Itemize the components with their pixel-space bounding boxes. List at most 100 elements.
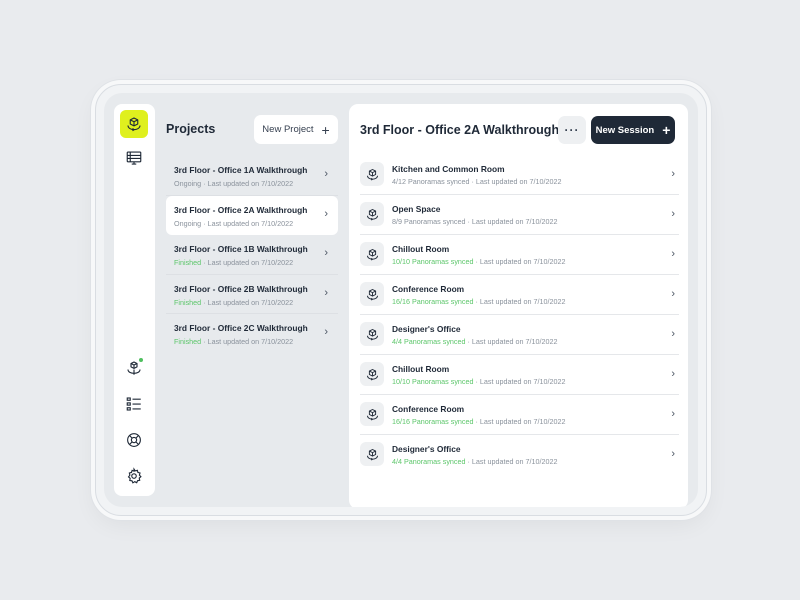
chevron-right-icon: ›: [671, 408, 675, 420]
panoramas-status: 16/16 Panoramas synced: [392, 297, 474, 306]
session-meta: 8/9 Panoramas synced · Last updated on 7…: [392, 217, 557, 226]
projects-title: Projects: [166, 122, 216, 136]
panoramas-status: 10/10 Panoramas synced: [392, 257, 474, 266]
chevron-right-icon: ›: [671, 368, 675, 380]
session-name: Open Space: [392, 204, 441, 214]
chevron-right-icon: ›: [671, 328, 675, 340]
session-meta: 16/16 Panoramas synced · Last updated on…: [392, 297, 565, 306]
session-item[interactable]: Chillout Room 10/10 Panoramas synced · La…: [360, 235, 679, 275]
chevron-right-icon: ›: [671, 208, 675, 220]
session-name: Chillout Room: [392, 364, 450, 374]
sidebar-item-tasks[interactable]: [120, 390, 148, 418]
session-updated: Last updated on 7/10/2022: [479, 297, 566, 306]
session-name: Designer's Office: [392, 444, 461, 454]
app-screen: Projects New Project + 3rd Floor - Offic…: [104, 93, 698, 507]
session-meta: 4/4 Panoramas synced · Last updated on 7…: [392, 337, 557, 346]
meta-separator: ·: [471, 177, 474, 186]
gear-icon: [127, 467, 142, 484]
sidebar-item-projects[interactable]: [120, 110, 148, 138]
monitor-list-icon: [126, 151, 142, 165]
session-item[interactable]: Conference Room 16/16 Panoramas synced · …: [360, 275, 679, 315]
meta-separator: ·: [467, 457, 470, 466]
sync-status-dot: [138, 357, 144, 363]
chevron-right-icon: ›: [324, 326, 328, 338]
sidebar: [114, 104, 155, 496]
project-name: 3rd Floor - Office 1B Walkthrough: [174, 244, 308, 254]
new-session-button[interactable]: New Session +: [591, 116, 675, 144]
project-item[interactable]: 3rd Floor - Office 1B Walkthrough Finish…: [166, 235, 338, 275]
new-session-label: New Session: [595, 124, 655, 136]
sidebar-item-settings[interactable]: [120, 462, 148, 490]
chevron-right-icon: ›: [671, 448, 675, 460]
project-updated: Last updated on 7/10/2022: [207, 258, 294, 267]
meta-separator: ·: [203, 297, 206, 307]
session-updated: Last updated on 7/10/2022: [479, 257, 566, 266]
cube-rotate-icon: [366, 368, 378, 380]
meta-separator: ·: [475, 377, 478, 386]
project-item[interactable]: 3rd Floor - Office 2C Walkthrough Finish…: [166, 314, 338, 354]
sessions-panel: 3rd Floor - Office 2A Walkthrough ··· Ne…: [349, 104, 688, 507]
cube-rotate-icon: [366, 168, 378, 180]
meta-separator: ·: [203, 337, 206, 346]
session-icon: [360, 242, 384, 266]
project-item-selected[interactable]: 3rd Floor - Office 2A Walkthrough Ongoin…: [166, 195, 338, 235]
sidebar-item-support[interactable]: [120, 426, 148, 454]
new-project-button[interactable]: New Project +: [254, 115, 338, 144]
sidebar-item-monitors[interactable]: [120, 144, 148, 172]
session-item[interactable]: Open Space 8/9 Panoramas synced · Last up…: [360, 195, 679, 235]
more-options-button[interactable]: ···: [558, 116, 586, 144]
session-item[interactable]: Chillout Room 10/10 Panoramas synced · La…: [360, 355, 679, 395]
chevron-right-icon: ›: [324, 247, 328, 259]
project-item[interactable]: 3rd Floor - Office 2B Walkthrough Finish…: [166, 275, 338, 314]
session-icon: [360, 442, 384, 466]
session-item[interactable]: Designer's Office 4/4 Panoramas synced · …: [360, 435, 679, 475]
panoramas-status: 10/10 Panoramas synced: [392, 377, 474, 386]
chevron-right-icon: ›: [324, 168, 328, 180]
meta-separator: ·: [475, 417, 478, 426]
session-updated: Last updated on 7/10/2022: [471, 337, 558, 346]
session-meta: 4/12 Panoramas synced · Last updated on …: [392, 177, 561, 186]
plus-icon: +: [662, 122, 671, 138]
meta-separator: ·: [475, 297, 478, 306]
session-icon: [360, 402, 384, 426]
project-meta: Finished · Last updated on 7/10/2022: [174, 298, 330, 307]
session-name: Kitchen and Common Room: [392, 164, 505, 174]
project-meta: Ongoing · Last updated on 7/10/2022: [174, 179, 330, 188]
project-item[interactable]: 3rd Floor - Office 1A Walkthrough Ongoin…: [166, 156, 338, 196]
session-updated: Last updated on 7/10/2022: [479, 377, 566, 386]
sidebar-item-device-sync[interactable]: [120, 354, 148, 382]
session-name: Designer's Office: [392, 324, 461, 334]
session-item[interactable]: Kitchen and Common Room 4/12 Panoramas sy…: [360, 155, 679, 195]
lifebuoy-icon: [127, 433, 141, 447]
session-item[interactable]: Conference Room 16/16 Panoramas synced · …: [360, 395, 679, 435]
projects-header: Projects New Project +: [166, 115, 342, 145]
project-status: Finished: [174, 297, 202, 307]
project-status: Ongoing: [174, 218, 202, 228]
page-title: 3rd Floor - Office 2A Walkthrough: [360, 123, 560, 137]
project-updated: Last updated on 7/10/2022: [207, 297, 294, 307]
project-updated: Last updated on 7/10/2022: [207, 218, 294, 228]
cube-rotate-icon: [127, 117, 141, 132]
project-meta: Finished · Last updated on 7/10/2022: [174, 337, 330, 346]
session-item[interactable]: Designer's Office 4/4 Panoramas synced · …: [360, 315, 679, 355]
session-icon: [360, 282, 384, 306]
project-meta: Ongoing · Last updated on 7/10/2022: [174, 219, 330, 228]
project-updated: Last updated on 7/10/2022: [207, 179, 294, 188]
cube-rotate-icon: [366, 328, 378, 340]
panoramas-status: 4/4 Panoramas synced: [392, 337, 466, 346]
session-updated: Last updated on 7/10/2022: [471, 217, 558, 226]
cube-rotate-icon: [366, 208, 378, 220]
project-meta: Finished · Last updated on 7/10/2022: [174, 258, 330, 267]
session-icon: [360, 322, 384, 346]
project-name: 3rd Floor - Office 2C Walkthrough: [174, 323, 308, 333]
project-list: 3rd Floor - Office 1A Walkthrough Ongoin…: [166, 156, 338, 354]
project-name: 3rd Floor - Office 2B Walkthrough: [174, 283, 308, 294]
tablet-frame: Projects New Project + 3rd Floor - Offic…: [95, 84, 707, 516]
project-name: 3rd Floor - Office 1A Walkthrough: [174, 165, 308, 175]
session-icon: [360, 162, 384, 186]
meta-separator: ·: [203, 179, 206, 188]
session-meta: 4/4 Panoramas synced · Last updated on 7…: [392, 457, 557, 466]
cube-rotate-icon: [366, 288, 378, 300]
project-status: Finished: [174, 258, 202, 267]
project-status: Ongoing: [174, 179, 202, 188]
